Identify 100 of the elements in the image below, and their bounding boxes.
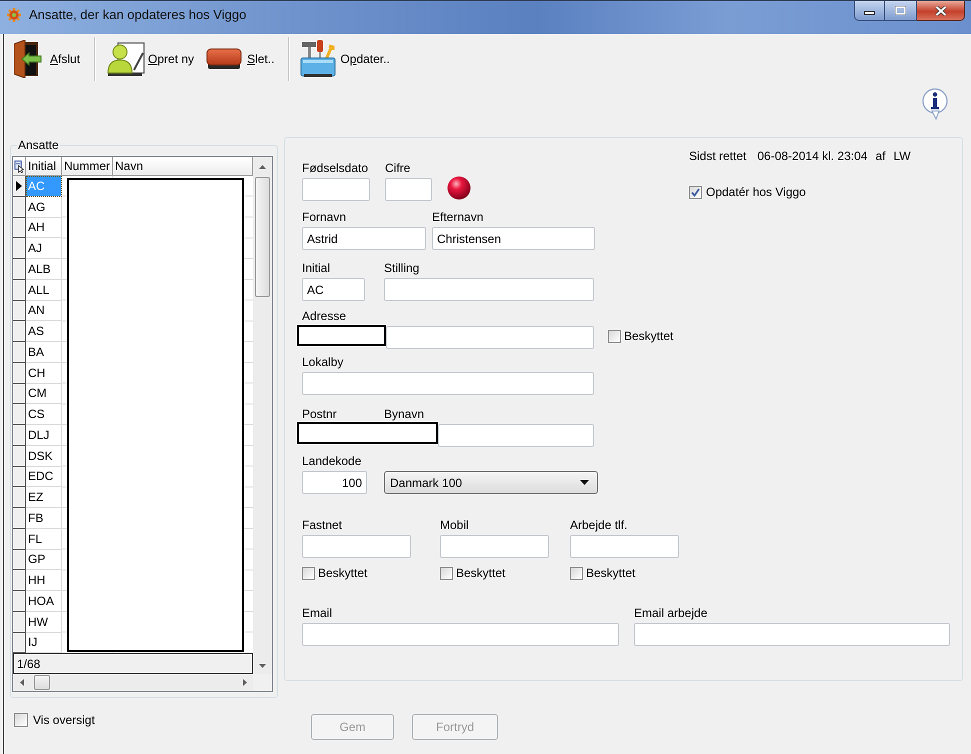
modified-label: Sidst rettet <box>689 148 746 164</box>
table-cell[interactable]: EDC <box>26 466 62 488</box>
table-cell[interactable]: AH <box>26 218 62 238</box>
row-header[interactable] <box>13 384 26 404</box>
text-field[interactable] <box>570 535 679 558</box>
scroll-up-icon[interactable] <box>259 164 266 168</box>
text-field[interactable] <box>386 326 594 349</box>
checkbox[interactable] <box>608 330 621 342</box>
text-field[interactable] <box>302 372 594 395</box>
minimize-button[interactable] <box>854 1 885 21</box>
row-header[interactable] <box>13 342 26 363</box>
scroll-right-icon[interactable] <box>242 679 246 686</box>
column-header[interactable]: Initial <box>26 157 62 175</box>
group-title: Ansatte <box>17 137 60 153</box>
dropdown[interactable]: Danmark 100 <box>384 471 598 494</box>
checkbox-label: Beskyttet <box>624 328 674 344</box>
row-header[interactable] <box>13 425 26 446</box>
table-cell[interactable]: AG <box>26 196 62 218</box>
text-field[interactable]: AC <box>302 278 365 301</box>
table-cell[interactable]: HW <box>26 612 62 632</box>
table-cell[interactable]: CH <box>26 362 62 384</box>
row-header[interactable] <box>13 612 26 632</box>
row-header[interactable] <box>13 196 26 218</box>
row-header[interactable] <box>13 321 26 342</box>
table-cell[interactable]: BA <box>26 342 62 363</box>
checkmark-icon <box>691 188 700 196</box>
row-header[interactable] <box>13 466 26 488</box>
text-field[interactable] <box>438 424 594 447</box>
field-label: Fødselsdato <box>302 160 370 176</box>
text-field[interactable] <box>440 535 549 558</box>
table-cell[interactable]: FL <box>26 528 62 550</box>
text-field[interactable] <box>302 535 411 558</box>
checkbox-label: Beskyttet <box>586 565 636 581</box>
row-header[interactable] <box>13 570 26 591</box>
number-field[interactable]: 100 <box>302 471 367 494</box>
table-cell[interactable]: CS <box>26 404 62 425</box>
scroll-down-icon[interactable] <box>259 664 266 668</box>
row-header[interactable] <box>13 176 26 197</box>
text-field[interactable] <box>384 278 594 301</box>
row-header[interactable] <box>13 528 26 550</box>
checkbox[interactable] <box>570 566 583 580</box>
row-header[interactable] <box>13 591 26 612</box>
row-header[interactable] <box>13 508 26 529</box>
checkbox[interactable] <box>302 566 315 580</box>
checkbox[interactable] <box>689 186 702 198</box>
row-header[interactable] <box>13 487 26 508</box>
horizontal-scrollbar[interactable] <box>13 674 253 692</box>
field-label: Initial <box>302 260 332 276</box>
close-button[interactable] <box>917 1 965 21</box>
toolbar-button[interactable]: Afslut <box>14 40 80 78</box>
table-cell[interactable]: DLJ <box>26 425 62 446</box>
row-header[interactable] <box>13 362 26 384</box>
row-header[interactable] <box>13 259 26 280</box>
row-header[interactable] <box>13 550 26 570</box>
table-cell[interactable]: DSK <box>26 446 62 466</box>
table-cell[interactable]: HH <box>26 570 62 591</box>
text-field[interactable]: Christensen <box>432 227 595 250</box>
table-cell[interactable]: ALB <box>26 259 62 280</box>
field-label: Mobil <box>440 517 470 533</box>
toolbar-button[interactable]: Slet.. <box>206 48 274 70</box>
info-icon[interactable] <box>921 88 949 120</box>
scroll-left-icon[interactable] <box>20 679 24 686</box>
row-header[interactable] <box>13 632 26 654</box>
slab-icon <box>206 48 242 70</box>
table-cell[interactable]: CM <box>26 384 62 404</box>
row-header[interactable] <box>13 218 26 238</box>
maximize-button[interactable] <box>885 1 917 21</box>
vertical-scrollbar[interactable] <box>253 157 272 674</box>
table-cell[interactable]: AS <box>26 321 62 342</box>
checkbox[interactable] <box>14 713 28 728</box>
text-field[interactable] <box>634 623 950 646</box>
table-cell[interactable]: FB <box>26 508 62 529</box>
grid-cursor-icon[interactable] <box>14 160 24 172</box>
text-field[interactable] <box>385 178 432 201</box>
table-cell[interactable]: EZ <box>26 487 62 508</box>
text-field[interactable] <box>302 178 370 201</box>
row-header[interactable] <box>13 238 26 259</box>
scrollbar-thumb[interactable] <box>34 675 50 690</box>
minimize-icon <box>864 11 875 15</box>
maximize-icon <box>895 6 906 15</box>
row-header[interactable] <box>13 300 26 322</box>
table-cell[interactable]: IJ <box>26 632 62 654</box>
door-arrow-icon <box>14 40 42 78</box>
checkbox[interactable] <box>440 566 453 580</box>
toolbar-button[interactable]: Opdater.. <box>300 40 390 78</box>
close-icon <box>934 6 946 16</box>
scrollbar-thumb[interactable] <box>255 177 270 297</box>
row-header[interactable] <box>13 446 26 466</box>
table-cell[interactable]: HOA <box>26 591 62 612</box>
table-cell[interactable]: ALL <box>26 280 62 300</box>
table-cell[interactable]: AN <box>26 300 62 322</box>
toolbar-button[interactable]: Opret ny <box>106 41 194 77</box>
toolbox-icon <box>300 40 336 78</box>
text-field[interactable]: Astrid <box>302 227 426 250</box>
row-header[interactable] <box>13 280 26 300</box>
row-header[interactable] <box>13 404 26 425</box>
text-field[interactable] <box>302 623 619 646</box>
table-cell[interactable]: GP <box>26 550 62 570</box>
column-header[interactable]: Nummer <box>62 157 113 175</box>
table-cell[interactable]: AJ <box>26 238 62 259</box>
